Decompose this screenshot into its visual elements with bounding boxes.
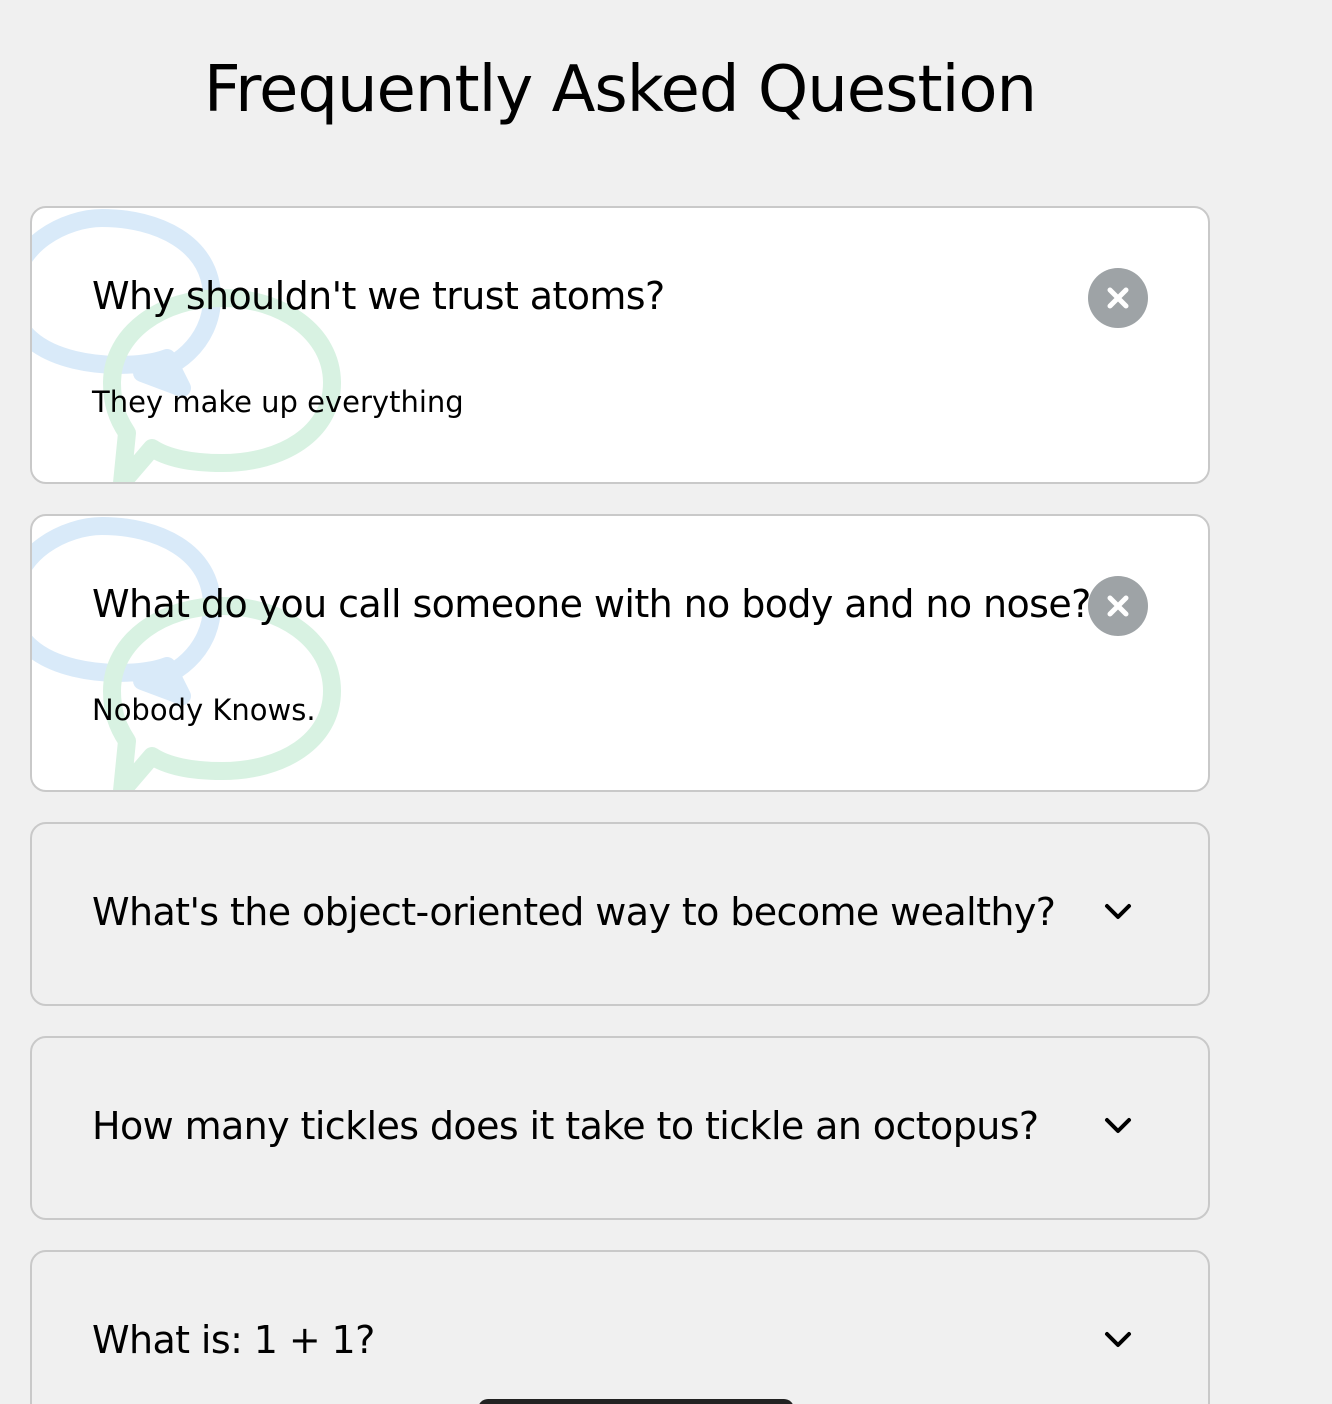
faq-list: Why shouldn't we trust atoms? They make …	[30, 206, 1210, 1404]
faq-item[interactable]: How many tickles does it take to tickle …	[30, 1036, 1210, 1220]
faq-answer: They make up everything	[92, 385, 464, 419]
faq-question: How many tickles does it take to tickle …	[92, 1104, 1039, 1148]
faq-question: Why shouldn't we trust atoms?	[92, 274, 665, 318]
faq-question: What do you call someone with no body an…	[92, 582, 1091, 626]
faq-item: What do you call someone with no body an…	[30, 514, 1210, 792]
page-title: Frequently Asked Question	[203, 53, 1037, 127]
faq-toggle-button[interactable]	[1088, 1096, 1148, 1156]
chevron-down-icon	[1088, 1310, 1148, 1370]
faq-toggle-button[interactable]	[1088, 268, 1148, 328]
chevron-down-icon	[1088, 882, 1148, 942]
faq-toggle-button[interactable]	[1088, 576, 1148, 636]
close-icon	[1088, 576, 1148, 636]
faq-item[interactable]: What's the object-oriented way to become…	[30, 822, 1210, 1006]
faq-answer: Nobody Knows.	[92, 693, 316, 727]
faq-item[interactable]: What is: 1 + 1?	[30, 1250, 1210, 1404]
faq-page: Frequently Asked Question Why shouldn't …	[0, 0, 1332, 1404]
close-icon	[1088, 268, 1148, 328]
faq-toggle-button[interactable]	[1088, 1310, 1148, 1370]
faq-question: What's the object-oriented way to become…	[92, 890, 1056, 934]
faq-toggle-button[interactable]	[1088, 882, 1148, 942]
chevron-down-icon	[1088, 1096, 1148, 1156]
faq-question: What is: 1 + 1?	[92, 1318, 375, 1362]
bottom-scroll-indicator	[478, 1399, 794, 1404]
faq-item: Why shouldn't we trust atoms? They make …	[30, 206, 1210, 484]
